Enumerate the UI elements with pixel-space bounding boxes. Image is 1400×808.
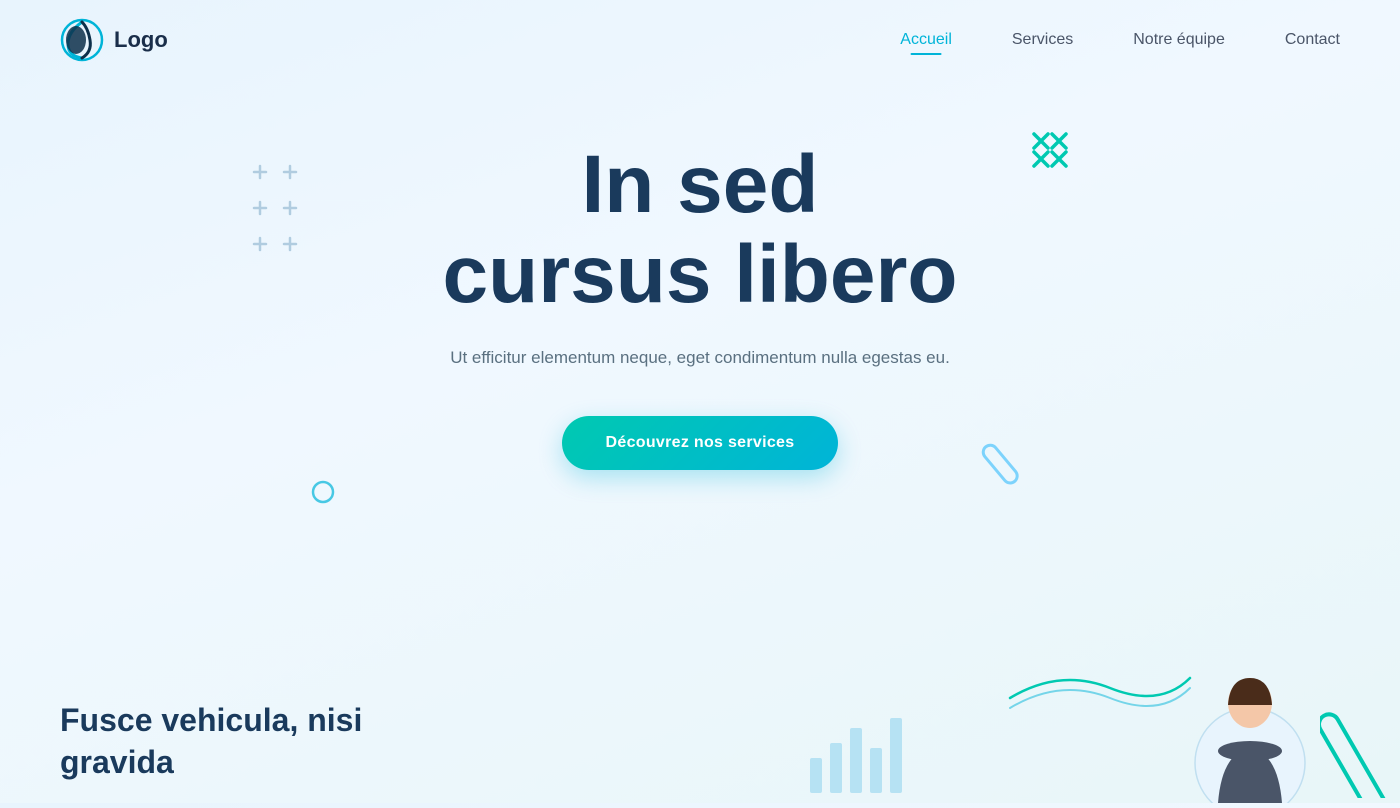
green-pencil-icon	[1320, 638, 1400, 798]
pencil-rod-decoration	[975, 410, 1050, 490]
circle-outline-decoration	[310, 479, 336, 510]
nav-link-notre-equipe[interactable]: Notre équipe	[1133, 31, 1225, 48]
bar-chart-decoration	[800, 698, 920, 803]
person-circle-icon	[1110, 643, 1310, 803]
bottom-section: Fusce vehicula, nisi gravida	[0, 680, 1400, 803]
hero-title: In sed cursus libero	[20, 140, 1380, 320]
nav-item-contact[interactable]: Contact	[1285, 31, 1340, 49]
nav-links: Accueil Services Notre équipe Contact	[900, 31, 1340, 49]
person-illustration	[1110, 643, 1310, 803]
nav-link-accueil[interactable]: Accueil	[900, 31, 952, 48]
x-cross-icon	[1030, 130, 1070, 170]
navbar: Logo Accueil Services Notre équipe Conta…	[0, 0, 1400, 80]
plus-grid-decoration	[250, 160, 330, 265]
plus-grid-icon	[250, 160, 330, 260]
green-pencil-decoration	[1320, 638, 1400, 803]
hero-title-line2: cursus libero	[443, 229, 958, 320]
pencil-rod-icon	[975, 410, 1050, 485]
nav-item-services[interactable]: Services	[1012, 31, 1073, 49]
hero-section: In sed cursus libero Ut efficitur elemen…	[0, 80, 1400, 680]
circle-outline-icon	[310, 479, 336, 505]
hero-title-line1: In sed	[582, 139, 819, 230]
nav-link-contact[interactable]: Contact	[1285, 31, 1340, 48]
bottom-title: Fusce vehicula, nisi gravida	[60, 700, 480, 783]
bar-chart-icon	[800, 698, 920, 798]
cta-button[interactable]: Découvrez nos services	[562, 416, 839, 470]
logo-text: Logo	[114, 27, 168, 53]
hero-subtitle: Ut efficitur elementum neque, eget condi…	[20, 348, 1380, 368]
nav-item-notre-equipe[interactable]: Notre équipe	[1133, 31, 1225, 49]
logo[interactable]: Logo	[60, 18, 168, 62]
nav-item-accueil[interactable]: Accueil	[900, 31, 952, 49]
nav-link-services[interactable]: Services	[1012, 31, 1073, 48]
x-cross-decoration	[1030, 130, 1070, 175]
logo-icon	[60, 18, 104, 62]
